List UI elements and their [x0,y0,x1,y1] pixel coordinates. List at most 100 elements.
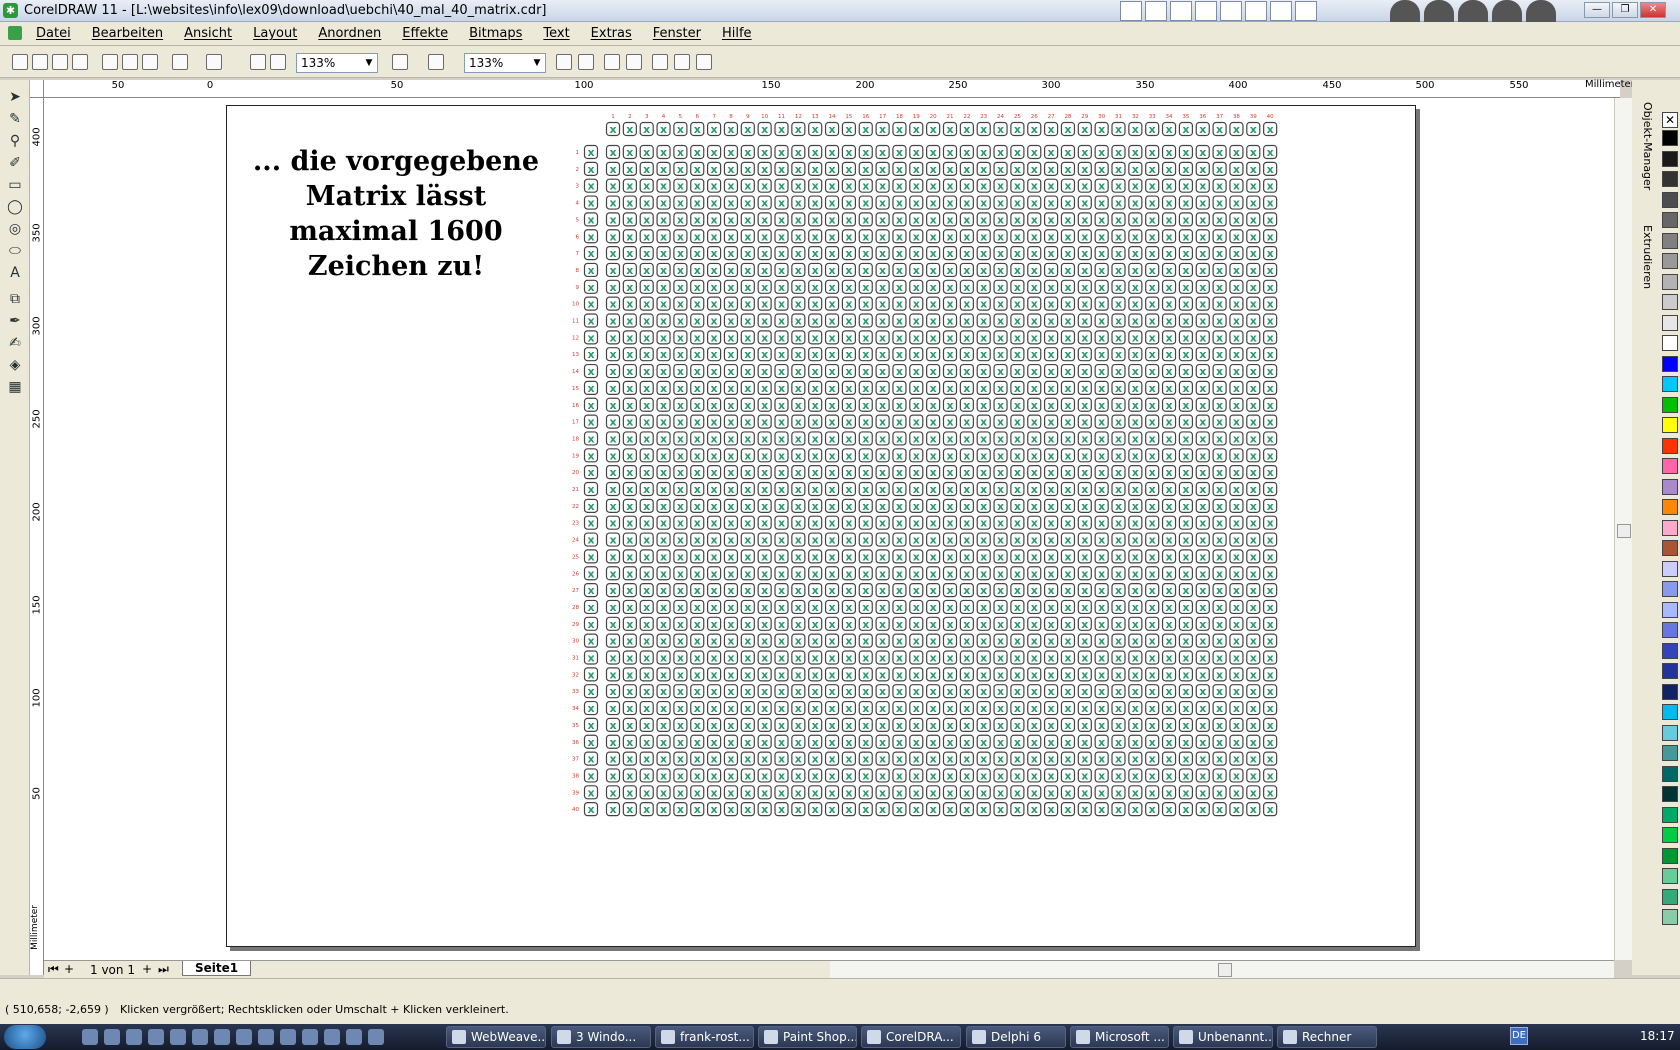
matrix-cell[interactable]: x [757,700,772,716]
matrix-cell[interactable]: x [1077,768,1092,783]
matrix-cell[interactable]: x [808,431,823,446]
matrix-cell[interactable]: x [1212,650,1227,665]
matrix-cell[interactable]: x [1145,161,1160,176]
matrix-cell[interactable]: x [1246,667,1261,682]
matrix-cell[interactable]: x [1229,599,1244,615]
matrix-cell[interactable]: x [1246,414,1261,429]
matrix-cell[interactable]: x [639,262,654,278]
matrix-cell[interactable]: x [841,768,857,783]
matrix-cell[interactable]: x [1111,262,1126,278]
matrix-cell[interactable]: x [605,633,621,648]
matrix-cell[interactable]: x [909,616,924,631]
matrix-cell[interactable]: x [1010,448,1025,463]
matrix-cell[interactable]: x [976,212,991,227]
matrix-cell[interactable]: x [1178,751,1194,766]
matrix-cell[interactable]: x [892,700,907,716]
matrix-cell[interactable]: x [1111,465,1126,480]
matrix-cell[interactable]: x [875,498,890,513]
matrix-cell[interactable]: x [622,363,637,379]
matrix-cell[interactable]: x [808,599,823,615]
matrix-cell[interactable]: x [1128,751,1143,766]
matrix-cell[interactable]: x [673,734,688,749]
matrix-cell[interactable]: x [875,700,890,716]
matrix-cell[interactable]: x [1178,178,1194,193]
matrix-cell[interactable]: x [959,768,974,783]
column-header-cell[interactable]: x [622,121,637,137]
matrix-cell[interactable]: x [757,717,772,733]
matrix-cell[interactable]: x [858,549,873,564]
matrix-cell[interactable]: x [1094,667,1109,682]
matrix-cell[interactable]: x [1111,599,1126,615]
matrix-cell[interactable]: x [673,768,688,783]
matrix-cell[interactable]: x [622,448,637,463]
matrix-cell[interactable]: x [1094,330,1109,345]
matrix-cell[interactable]: x [959,549,974,564]
matrix-cell[interactable]: x [993,532,1008,547]
matrix-cell[interactable]: x [976,178,991,193]
matrix-cell[interactable]: x [1246,616,1261,631]
matrix-cell[interactable]: x [1077,448,1092,463]
matrix-cell[interactable]: x [841,246,857,261]
matrix-cell[interactable]: x [1111,566,1126,581]
matrix-cell[interactable]: x [1043,498,1059,513]
matrix-cell[interactable]: x [791,296,806,311]
matrix-cell[interactable]: x [993,363,1008,379]
matrix-cell[interactable]: x [993,650,1008,665]
matrix-cell[interactable]: x [1145,684,1160,699]
row-header-cell[interactable]: x [583,448,599,463]
matrix-cell[interactable]: x [723,246,739,261]
matrix-cell[interactable]: x [1094,414,1109,429]
matrix-cell[interactable]: x [673,313,688,328]
matrix-cell[interactable]: x [1161,465,1177,480]
matrix-cell[interactable]: x [959,465,974,480]
matrix-cell[interactable]: x [622,195,637,210]
matrix-cell[interactable]: x [976,431,991,446]
matrix-cell[interactable]: x [1128,768,1143,783]
matrix-cell[interactable]: x [791,347,806,362]
matrix-cell[interactable]: x [858,347,873,362]
matrix-cell[interactable]: x [1195,549,1210,564]
matrix-cell[interactable]: x [622,296,637,311]
matrix-cell[interactable]: x [1195,431,1210,446]
matrix-cell[interactable]: x [909,313,924,328]
matrix-cell[interactable]: x [656,633,671,648]
matrix-cell[interactable]: x [1212,347,1227,362]
matrix-cell[interactable]: x [1077,616,1092,631]
matrix-cell[interactable]: x [757,347,772,362]
matrix-cell[interactable]: x [1111,397,1126,412]
column-header-cell[interactable]: x [656,121,671,137]
matrix-cell[interactable]: x [690,751,705,766]
matrix-cell[interactable]: x [1229,448,1244,463]
matrix-cell[interactable]: x [1229,330,1244,345]
menu-layout[interactable]: Layout [253,26,297,41]
matrix-cell[interactable]: x [808,650,823,665]
matrix-cell[interactable]: x [1195,633,1210,648]
coreldraw-app-icon[interactable]: ✱ [3,3,18,18]
matrix-cell[interactable]: x [926,566,941,581]
matrix-cell[interactable]: x [690,700,705,716]
matrix-cell[interactable]: x [942,481,958,497]
matrix-cell[interactable]: x [1145,380,1160,395]
matrix-cell[interactable]: x [976,330,991,345]
matrix-cell[interactable]: x [1077,599,1092,615]
matrix-cell[interactable]: x [656,465,671,480]
matrix-cell[interactable]: x [942,650,958,665]
matrix-cell[interactable]: x [1077,347,1092,362]
matrix-cell[interactable]: x [926,229,941,244]
drawing-canvas[interactable]: ... die vorgegebene Matrix lässt maximal… [44,98,1614,960]
matrix-cell[interactable]: x [1263,549,1278,564]
matrix-cell[interactable]: x [993,768,1008,783]
matrix-cell[interactable]: x [1212,515,1227,530]
matrix-cell[interactable]: x [1094,195,1109,210]
matrix-cell[interactable]: x [1246,481,1261,497]
matrix-cell[interactable]: x [690,313,705,328]
matrix-cell[interactable]: x [774,448,789,463]
matrix-cell[interactable]: x [707,633,722,648]
matrix-cell[interactable]: x [656,751,671,766]
matrix-cell[interactable]: x [1027,465,1042,480]
matrix-cell[interactable]: x [892,650,907,665]
matrix-cell[interactable]: x [875,481,890,497]
matrix-cell[interactable]: x [824,717,840,733]
matrix-cell[interactable]: x [1128,700,1143,716]
menu-hilfe[interactable]: Hilfe [722,26,752,41]
